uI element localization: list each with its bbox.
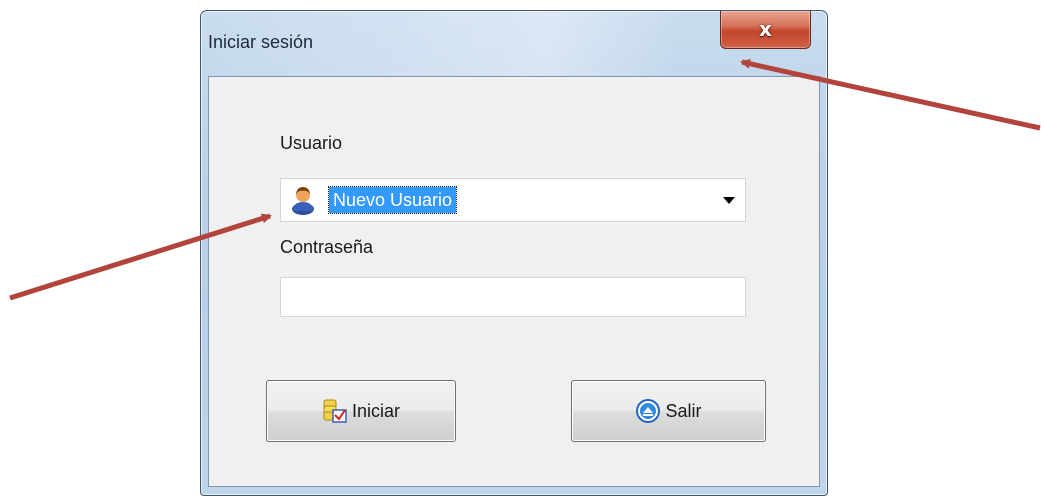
dialog-client-area: Usuario Nuevo Usuario Contraseña Iniciar…	[208, 76, 820, 487]
close-button[interactable]: x	[720, 11, 811, 49]
screenshot-stage: Iniciar sesión x Usuario Nuevo Usuario C…	[0, 0, 1044, 498]
selected-user-value: Nuevo Usuario	[327, 186, 458, 214]
close-icon: x	[759, 17, 772, 41]
login-icon	[323, 399, 347, 423]
window-title: Iniciar sesión	[208, 32, 314, 52]
password-field[interactable]	[280, 277, 746, 317]
exit-button[interactable]: Salir	[571, 380, 766, 442]
login-button[interactable]: Iniciar	[266, 380, 456, 442]
user-icon	[292, 187, 314, 215]
password-label: Contraseña	[280, 237, 374, 257]
exit-icon	[636, 399, 661, 423]
login-button-label: Iniciar	[351, 400, 400, 421]
user-label: Usuario	[280, 133, 343, 153]
login-dialog: Iniciar sesión x Usuario Nuevo Usuario C…	[200, 10, 828, 496]
exit-button-label: Salir	[665, 400, 702, 421]
user-select[interactable]: Nuevo Usuario	[280, 178, 746, 222]
chevron-down-icon[interactable]	[723, 197, 735, 204]
